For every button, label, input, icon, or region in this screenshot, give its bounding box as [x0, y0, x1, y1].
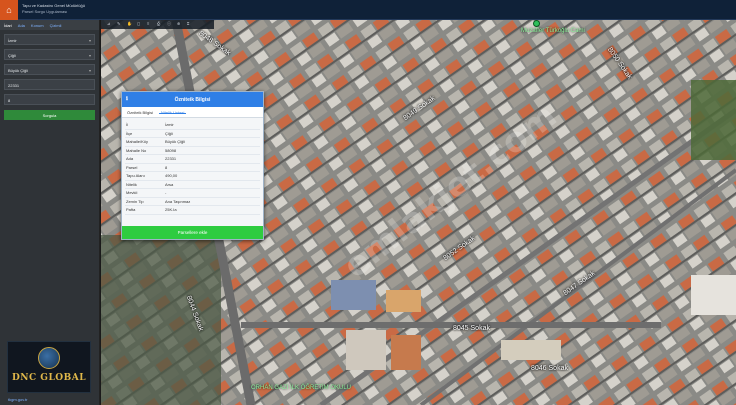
- attribute-value: 58098: [165, 147, 177, 153]
- attribute-value: 8: [165, 164, 168, 170]
- attribute-key: Zemin Tip: [126, 198, 144, 204]
- tab-idari[interactable]: İdari: [4, 23, 12, 28]
- map-toolbar: ⊿ ✎ ✋ ◻ ≡ ⎙ ⓘ ⊕ ⌗: [101, 20, 214, 29]
- attribute-value: Ana Taşınmaz: [165, 198, 191, 204]
- block-value: 22331: [8, 83, 20, 88]
- attribute-row: Ada 22331: [125, 155, 260, 164]
- attribute-key: Mevkii: [126, 190, 138, 196]
- district-value: Çiğli: [8, 53, 16, 58]
- attribute-key: Mahalle No: [126, 147, 147, 153]
- globe-icon: [38, 347, 60, 369]
- ruler-icon[interactable]: ⊿: [107, 22, 111, 26]
- attribute-value: Arsa: [165, 181, 174, 187]
- popup-header: ℹ Özniteik Bilgisi: [122, 92, 263, 107]
- neighborhood-value: Büyük Çiğli: [8, 68, 29, 73]
- attribute-key: Ada: [126, 156, 134, 162]
- attribute-key: Pafta: [126, 207, 136, 213]
- home-icon[interactable]: ⌂: [0, 0, 18, 20]
- street-label: 8045 Sokak: [453, 325, 490, 332]
- edit-icon[interactable]: ✎: [117, 22, 121, 26]
- hand-icon[interactable]: ✋: [127, 22, 132, 26]
- poi-label: ORHAN GAZİ İLK ÖĞRETİM OKULU: [251, 385, 352, 391]
- sidebar: İdari Ada Konum Çizimli İzmir ▾ Çiğli ▾ Bü…: [0, 20, 100, 405]
- attribute-row: Mevkii -: [125, 189, 260, 198]
- poi-label: Muzaffer Türkoğlu Cami: [521, 28, 585, 34]
- brand-text: DNC GLOBAL: [11, 373, 87, 383]
- tab-konum[interactable]: Konum: [31, 23, 44, 28]
- tab-ada[interactable]: Ada: [18, 23, 25, 28]
- attribute-value: 25K.Ia: [165, 207, 177, 213]
- attribute-row: Zemin Tip Ana Taşınmaz: [125, 198, 260, 206]
- attribute-row: Tapu Alanı 490,00: [125, 172, 260, 181]
- mosque-icon[interactable]: [533, 20, 540, 27]
- attribute-row: Pafta 25K.Ia: [125, 206, 260, 215]
- brand-logo: DNC GLOBAL: [7, 341, 91, 393]
- search-button[interactable]: Sorgula: [4, 110, 95, 120]
- attribute-row: Mahalle/Köy Büyük Çiğli: [125, 138, 260, 147]
- attribute-key: Parsel: [126, 164, 138, 170]
- print-icon[interactable]: ⎙: [157, 22, 161, 26]
- tab-cizimli[interactable]: Çizimli: [50, 23, 62, 28]
- attribute-row: Mahalle No 58098: [125, 147, 260, 155]
- attribute-row: Nitelik Arsa: [125, 181, 260, 189]
- parcel-info-popup: ℹ Özniteik Bilgisi Özniteik Bilgisi Nite…: [121, 91, 264, 240]
- attribute-value: Çiğli: [165, 130, 173, 136]
- attribute-value: İzmir: [165, 122, 174, 128]
- app-title: Tapu ve Kadastro Genel Müdürlüğü: [22, 3, 85, 8]
- tab-attributes[interactable]: Özniteik Bilgisi: [125, 110, 155, 115]
- sidebar-tabs: İdari Ada Konum Çizimli: [0, 20, 99, 30]
- attribute-key: İl: [126, 122, 128, 128]
- chevron-down-icon: ▾: [88, 38, 91, 43]
- chevron-down-icon: ▾: [88, 53, 91, 58]
- app-root: ⌂ Tapu ve Kadastro Genel Müdürlüğü Parse…: [0, 0, 736, 405]
- info-icon: ℹ: [126, 96, 128, 102]
- neighborhood-select[interactable]: Büyük Çiğli ▾: [4, 64, 95, 75]
- app-subtitle: Parsel Sorgu Uygulaması: [22, 9, 68, 14]
- attribute-row: İlçe Çiğli: [125, 130, 260, 138]
- attribute-key: İlçe: [126, 130, 133, 136]
- attribute-key: Nitelik: [126, 181, 137, 187]
- attribute-value: Büyük Çiğli: [165, 139, 186, 145]
- square-icon[interactable]: ◻: [137, 22, 141, 26]
- attribute-row: İl İzmir: [125, 121, 260, 130]
- attribute-value: 22331: [165, 156, 177, 162]
- block-input[interactable]: 22331: [4, 79, 95, 90]
- tab-attribute-list[interactable]: Nitelik Listesi: [159, 110, 187, 115]
- parcel-input[interactable]: 8: [4, 94, 95, 105]
- popup-tabs: Özniteik Bilgisi Nitelik Listesi: [122, 107, 263, 118]
- info-icon[interactable]: ⓘ: [167, 22, 171, 26]
- attribute-value: -: [165, 190, 167, 196]
- zoom-icon[interactable]: ⊕: [177, 22, 181, 26]
- attribute-key: Mahalle/Köy: [126, 139, 149, 145]
- attribute-row: Parsel 8: [125, 164, 260, 172]
- province-select[interactable]: İzmir ▾: [4, 34, 95, 45]
- chevron-down-icon: ▾: [88, 68, 91, 73]
- attribute-table: İl İzmir İlçe Çiğli Mahalle/Köy Büyük Çiğli Ma…: [122, 118, 263, 215]
- add-to-parcels-button[interactable]: Parsellere ekle: [122, 226, 263, 239]
- popup-title: Özniteik Bilgisi: [174, 97, 211, 103]
- province-value: İzmir: [8, 38, 17, 43]
- district-select[interactable]: Çiğli ▾: [4, 49, 95, 60]
- footer-link[interactable]: tkgm.gov.tr: [8, 397, 28, 402]
- attribute-value: 490,00: [165, 173, 178, 179]
- attribute-key: Tapu Alanı: [126, 173, 145, 179]
- parcel-value: 8: [8, 98, 11, 103]
- top-bar: ⌂ Tapu ve Kadastro Genel Müdürlüğü Parse…: [0, 0, 736, 20]
- layers-icon[interactable]: ≡: [147, 22, 151, 26]
- measure-icon[interactable]: ⌗: [187, 22, 191, 26]
- street-label: 8046 Sokak: [531, 365, 568, 372]
